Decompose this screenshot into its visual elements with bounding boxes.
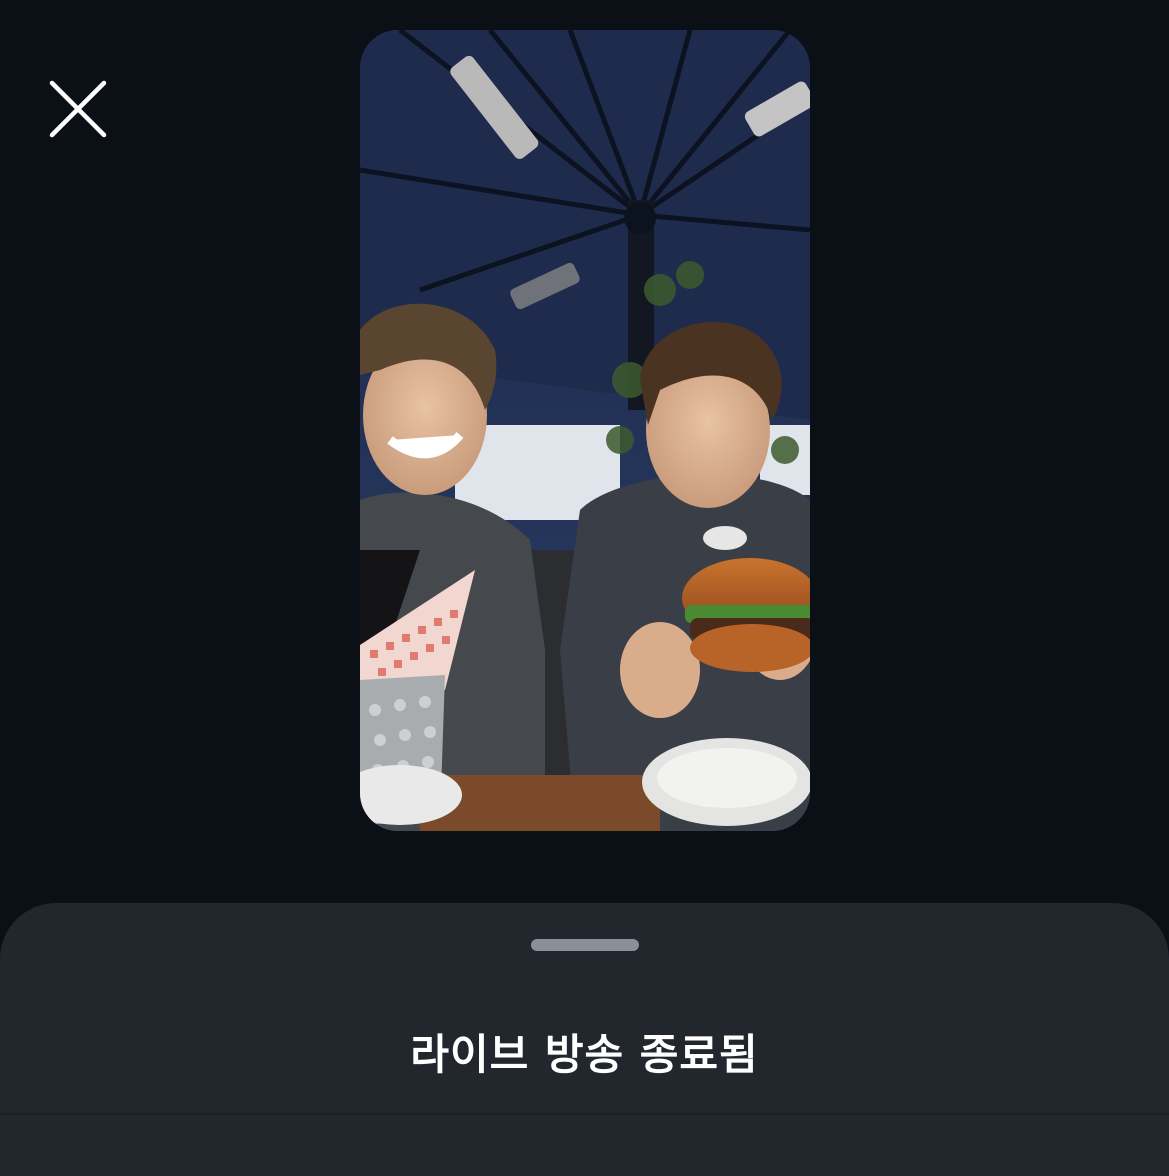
video-frame-image: [360, 30, 810, 831]
close-icon: [49, 80, 107, 138]
live-ended-sheet: 라이브 방송 종료됨: [0, 903, 1169, 1176]
close-button[interactable]: [40, 70, 116, 146]
sheet-divider: [0, 1113, 1169, 1115]
sheet-title: 라이브 방송 종료됨: [410, 1030, 759, 1079]
live-video-thumbnail: [360, 30, 810, 831]
sheet-drag-handle[interactable]: [531, 939, 639, 951]
live-ended-screen: 라이브 방송 종료됨: [0, 0, 1169, 1176]
